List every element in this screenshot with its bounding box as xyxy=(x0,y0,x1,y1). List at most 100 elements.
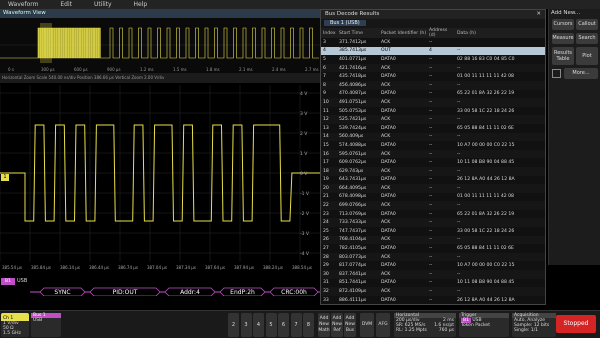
channel-6-button[interactable]: 6 xyxy=(278,313,289,337)
more-button[interactable]: More... xyxy=(564,68,598,79)
col-header[interactable]: Start Time xyxy=(337,28,379,38)
table-row[interactable]: 23 713.0769µs DATA0 -- 65 22 01 8A 32 26 22 … xyxy=(321,210,545,219)
table-row[interactable]: 24 733.7433µs ACK -- -- xyxy=(321,218,545,228)
table-row[interactable]: 13 539.7424µs DATA0 -- 65 05 88 84 11 11 02 … xyxy=(321,124,545,133)
table-row[interactable]: 28 803.0773µs ACK -- -- xyxy=(321,252,545,262)
table-cell: -- xyxy=(427,63,455,73)
time-tick: 388.54 µs xyxy=(292,265,312,270)
table-row[interactable]: 20 664.4095µs ACK -- -- xyxy=(321,184,545,193)
bus-field-label: CRC:00h xyxy=(281,289,307,296)
settings-bar: Ch 1 1 V/div 50 Ω 1.5 GHz Bus 1 USB 2345… xyxy=(0,310,600,338)
col-header[interactable]: Address (d) xyxy=(427,28,455,38)
table-cell: 23 xyxy=(323,211,329,217)
overview-waveform[interactable]: 0 s 300 µs 600 µs 900 µs 1.2 ms 1.5 ms 1.8 ms 2… xyxy=(0,18,320,73)
channel-3-button[interactable]: 3 xyxy=(240,313,252,337)
table-row[interactable]: 8 456.4086µs ACK -- -- xyxy=(321,80,545,90)
table-cell: 525.7421µs xyxy=(337,115,379,124)
table-row[interactable]: 7 435.7418µs DATA0 -- 01 00 11 11 11 11 42 0… xyxy=(321,72,545,81)
search-button[interactable]: Search xyxy=(576,33,598,44)
table-row[interactable]: 14 560.409µs ACK -- -- xyxy=(321,132,545,142)
menu-edit[interactable]: Edit xyxy=(60,1,72,8)
table-row[interactable]: 11 505.0753µs DATA0 -- 33 00 58 1C 22 18 24 … xyxy=(321,107,545,116)
table-cell: 65 05 88 84 11 11 02 6E xyxy=(457,246,514,252)
results-table[interactable]: Index Start Time Packet Identifier (h) Addr… xyxy=(321,28,545,304)
acquisition-badge[interactable]: Acquisition Auto, Analyze Sample: 12 bit… xyxy=(512,313,556,337)
col-header[interactable]: Packet Identifier (h) xyxy=(379,28,427,38)
table-row[interactable]: 19 643.7431µs DATA0 -- 26 12 8A A0 44 26 12 … xyxy=(321,176,545,185)
table-cell: 21 xyxy=(323,194,329,200)
menu-waveform[interactable]: Waveform xyxy=(8,1,38,8)
table-cell: 664.4095µs xyxy=(337,184,379,193)
table-cell: 14 xyxy=(321,132,337,142)
add-new-ref-button[interactable]: Add New Ref xyxy=(331,313,343,337)
menu-utility[interactable]: Utility xyxy=(94,1,112,8)
trigger-badge[interactable]: Trigger B1 USB Token Packet xyxy=(459,313,509,337)
table-cell: 10 11 08 B8 90 04 88 45 xyxy=(457,280,515,286)
run-stop-button[interactable]: Stopped xyxy=(556,315,596,333)
table-row[interactable]: 16 595.0761µs ACK -- -- xyxy=(321,149,545,159)
channel-5-button[interactable]: 5 xyxy=(265,313,277,337)
table-row[interactable]: 32 872.4109µs ACK -- -- xyxy=(321,287,545,296)
vertical-tick: 0 V xyxy=(300,171,308,177)
tab-bus1[interactable]: Bus 1 (USB) xyxy=(324,20,366,26)
results-table-button[interactable]: Results Table xyxy=(552,47,574,65)
table-row[interactable]: 15 574.4088µs DATA0 -- 10 A7 00 00 00 C0 22 … xyxy=(321,141,545,150)
table-row[interactable]: 31 851.7441µs DATA0 -- 10 11 08 B8 90 04 88 … xyxy=(321,279,545,288)
callout-button[interactable]: Callout xyxy=(576,19,598,30)
ch1-badge[interactable]: Ch 1 1 V/div 50 Ω 1.5 GHz xyxy=(1,313,29,337)
menu-help[interactable]: Help xyxy=(134,1,148,8)
afg-button[interactable]: AFG xyxy=(376,313,390,337)
table-cell: 22 xyxy=(321,201,337,210)
settings-icon[interactable] xyxy=(552,69,561,78)
dvm-button[interactable]: DVM xyxy=(360,313,374,337)
table-row[interactable]: 18 629.743µs ACK -- -- xyxy=(321,166,545,176)
col-header[interactable]: Index xyxy=(321,28,337,38)
table-row[interactable]: 3 371.7412µs ACK -- xyxy=(321,38,545,47)
plot-button[interactable]: Plot xyxy=(576,47,598,65)
table-cell: DATA0 xyxy=(381,211,396,217)
table-row[interactable]: 21 678.4098µs DATA0 -- 01 00 11 11 11 11 42 … xyxy=(321,193,545,202)
table-row[interactable]: 10 491.0751µs ACK -- -- xyxy=(321,98,545,107)
table-cell: ACK xyxy=(379,166,427,176)
table-row[interactable]: 33 886.4111µs DATA0 -- 26 12 8A A0 44 26 12 … xyxy=(321,296,545,305)
channel-8-button[interactable]: 8 xyxy=(303,313,314,337)
table-cell: DATA0 xyxy=(381,280,396,286)
table-row[interactable]: 4 385.7413µs OUT 4 -- xyxy=(321,46,545,56)
channel-4-button[interactable]: 4 xyxy=(253,313,264,337)
close-icon[interactable]: ✕ xyxy=(536,10,541,19)
table-row[interactable]: 29 817.0774µs DATA0 -- 10 A7 00 00 00 C0 22 … xyxy=(321,261,545,270)
table-row[interactable]: 30 837.7441µs ACK -- -- xyxy=(321,270,545,279)
horizontal-badge[interactable]: Horizontal 200 µs/div 2 ms SR: 625 MS/s 1.… xyxy=(394,313,456,337)
table-row[interactable]: 9 470.4087µs DATA0 -- 65 22 01 8A 32 26 22 1… xyxy=(321,90,545,99)
col-header[interactable]: Data (h) xyxy=(455,28,545,38)
table-cell: 65 22 01 8A 32 26 22 19 xyxy=(457,91,515,97)
table-row[interactable]: 25 747.7437µs DATA0 -- 33 00 58 1C 22 18 24 … xyxy=(321,227,545,236)
overview-tick: 2.7 ms xyxy=(305,67,319,72)
table-cell: 10 A7 00 00 00 C0 22 15 xyxy=(457,263,515,269)
table-cell: ACK xyxy=(379,218,427,228)
measure-button[interactable]: Measure xyxy=(552,33,574,44)
table-cell: -- xyxy=(429,91,433,97)
bus-decode-row[interactable]: B1 USB SYNC PID:OUT Addr:4 EndP:2h CRC:00h xyxy=(0,272,320,296)
time-tick: 386.44 µs xyxy=(89,265,109,270)
table-row[interactable]: 27 782.4105µs DATA0 -- 65 05 88 84 11 11 02 … xyxy=(321,244,545,253)
table-cell: 10 A7 00 00 00 C0 22 15 xyxy=(457,142,515,148)
ch1-ground-marker[interactable]: 1 xyxy=(1,174,9,181)
channel-2-button[interactable]: 2 xyxy=(228,313,239,337)
bus1-badge[interactable]: Bus 1 USB xyxy=(31,313,61,337)
table-cell: DATA0 xyxy=(381,194,396,200)
table-row[interactable]: 26 768.4104µs ACK -- -- xyxy=(321,235,545,245)
table-row[interactable]: 12 525.7421µs ACK -- -- xyxy=(321,115,545,124)
table-row[interactable]: 5 401.0771µs DATA0 -- 02 88 16 83 C0 04 85 C… xyxy=(321,55,545,64)
table-row[interactable]: 17 609.0762µs DATA0 -- 10 11 08 B8 90 04 88 … xyxy=(321,158,545,167)
add-new-math-button[interactable]: Add New Math xyxy=(318,313,330,337)
table-row[interactable]: 22 699.0766µs ACK -- -- xyxy=(321,201,545,210)
table-cell: -- xyxy=(429,194,433,200)
table-row[interactable]: 6 421.7416µs ACK -- -- xyxy=(321,63,545,73)
cursors-button[interactable]: Cursors xyxy=(552,19,574,30)
table-cell: 02 88 16 83 C0 04 85 C0 xyxy=(457,56,515,62)
table-cell: 886.4111µs xyxy=(339,297,367,303)
channel-7-button[interactable]: 7 xyxy=(290,313,302,337)
main-waveform[interactable]: 4 V 3 V 2 V 1 V 0 V -1 V -2 V -3 V -4 V 1 xyxy=(0,85,320,262)
add-new-bus-button[interactable]: Add New Bus xyxy=(344,313,356,337)
